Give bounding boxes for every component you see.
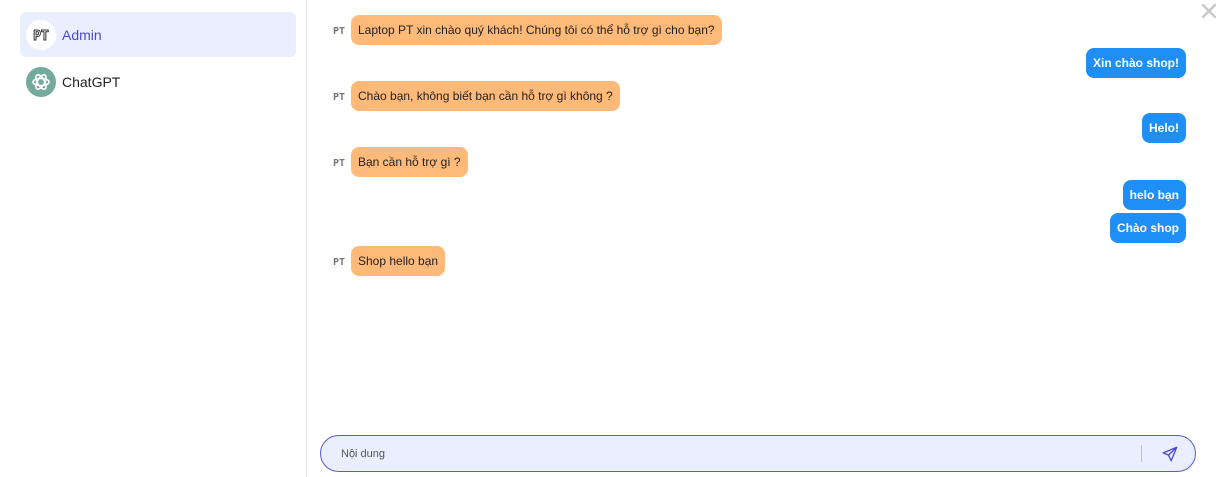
message-incoming: PT Shop hello bạn: [330, 246, 446, 276]
message-outgoing: Chào shop: [1110, 213, 1186, 243]
pt-logo-icon: PT: [333, 26, 345, 35]
message-incoming: PT Chào bạn, không biết bạn cần hỗ trợ g…: [330, 81, 620, 111]
message-bubble: helo bạn: [1122, 180, 1186, 210]
message-outgoing: Helo!: [1142, 113, 1186, 143]
svg-text:PT: PT: [333, 257, 345, 266]
message-bubble: Xin chào shop!: [1085, 48, 1186, 78]
contact-sidebar: PT Admin ChatGPT: [0, 0, 307, 477]
message-bubble: Shop hello bạn: [351, 246, 446, 276]
pt-logo-icon: PT: [333, 158, 345, 167]
composer-divider: [1141, 445, 1142, 462]
message-input[interactable]: [321, 436, 1121, 471]
svg-text:PT: PT: [333, 92, 345, 101]
openai-logo-icon: [26, 66, 56, 97]
contact-item-admin[interactable]: PT Admin: [20, 12, 296, 57]
svg-text:PT: PT: [333, 158, 345, 167]
contact-name-admin: Admin: [62, 26, 102, 43]
message-outgoing: helo bạn: [1122, 180, 1186, 210]
pt-logo-icon: PT: [333, 257, 345, 266]
pt-logo-icon: PT: [26, 19, 56, 50]
message-bubble: Chào bạn, không biết bạn cần hỗ trợ gì k…: [351, 81, 620, 111]
svg-text:PT: PT: [333, 26, 345, 35]
send-icon[interactable]: [1159, 443, 1181, 465]
chat-panel: PT Laptop PT xin chào quý khách! Chúng t…: [308, 0, 1220, 477]
contact-item-chatgpt[interactable]: ChatGPT: [20, 59, 296, 104]
message-bubble: Helo!: [1142, 113, 1186, 143]
message-bubble: Laptop PT xin chào quý khách! Chúng tôi …: [351, 15, 722, 45]
message-outgoing: Xin chào shop!: [1085, 48, 1186, 78]
message-incoming: PT Bạn cần hỗ trợ gì ?: [330, 147, 468, 177]
svg-text:PT: PT: [33, 29, 49, 42]
message-bubble: Chào shop: [1110, 213, 1186, 243]
message-incoming: PT Laptop PT xin chào quý khách! Chúng t…: [330, 15, 722, 45]
pt-logo-icon: PT: [333, 92, 345, 101]
message-composer: [320, 435, 1196, 472]
message-bubble: Bạn cần hỗ trợ gì ?: [351, 147, 468, 177]
contact-name-chatgpt: ChatGPT: [62, 73, 121, 90]
